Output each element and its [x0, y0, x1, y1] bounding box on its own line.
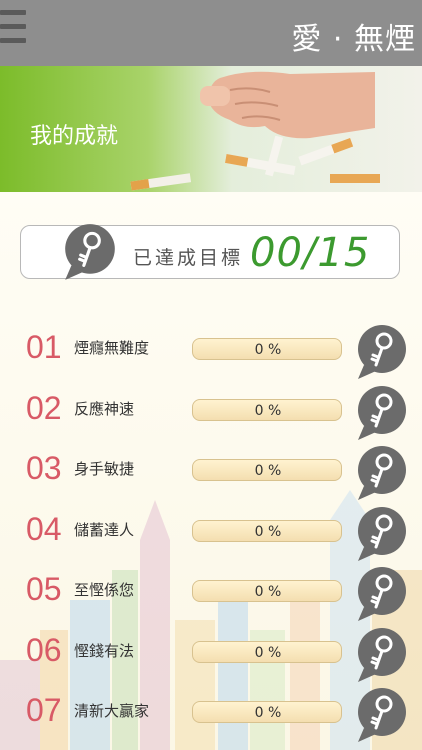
- achievement-name: 至慳係您: [74, 581, 135, 599]
- summary-label: 已達成目標: [133, 247, 244, 269]
- key-icon[interactable]: [356, 505, 408, 563]
- achievement-name: 清新大贏家: [74, 702, 150, 720]
- achievement-number: 04: [26, 510, 62, 547]
- achievement-name: 慳錢有法: [74, 641, 135, 660]
- app-title: 愛 · 無煙: [291, 22, 416, 57]
- progress-label: 0 %: [254, 584, 282, 600]
- progress-label: 0 %: [254, 523, 282, 540]
- achievement-number: 07: [26, 692, 62, 728]
- hamburger-icon[interactable]: [0, 10, 28, 54]
- achievement-number: 01: [26, 329, 62, 365]
- key-icon[interactable]: [356, 323, 408, 381]
- achievement-name: 反應神速: [74, 399, 135, 418]
- achievement-number: 03: [26, 450, 62, 486]
- progress-bar: 0 %: [192, 640, 342, 663]
- progress-bar: 0 %: [192, 338, 342, 360]
- progress-bar: 0 %: [192, 580, 342, 602]
- achievement-row[interactable]: 01 煙癮無難度 0 %: [0, 315, 422, 379]
- achievement-count: 00/15: [250, 230, 371, 276]
- achievement-row[interactable]: 03 身手敏捷 0 %: [0, 436, 422, 500]
- progress-label: 0 %: [254, 402, 282, 419]
- key-icon[interactable]: [356, 384, 408, 442]
- top-bar: 愛 · 無煙: [0, 0, 422, 66]
- achievement-number: 06: [26, 631, 62, 668]
- banner: 我的成就: [0, 66, 422, 192]
- progress-bar: 0 %: [192, 701, 342, 723]
- key-icon[interactable]: [356, 444, 408, 502]
- progress-bar: 0 %: [192, 519, 342, 542]
- page-title: 我的成就: [30, 124, 119, 149]
- progress-bar: 0 %: [192, 398, 342, 421]
- progress-label: 0 %: [254, 342, 282, 358]
- progress-label: 0 %: [254, 644, 282, 661]
- key-icon[interactable]: [356, 626, 408, 684]
- achievement-number: 02: [26, 389, 62, 426]
- achievement-row[interactable]: 06 慳錢有法 0 %: [0, 618, 422, 682]
- achievement-number: 05: [26, 571, 62, 607]
- achievement-row[interactable]: 05 至慳係您 0 %: [0, 557, 422, 621]
- key-icon[interactable]: [356, 686, 408, 744]
- broken-cigarettes-image: [130, 136, 380, 191]
- progress-label: 0 %: [254, 705, 282, 721]
- achievement-row[interactable]: 07 清新大贏家 0 %: [0, 678, 422, 742]
- achievement-name: 儲蓄達人: [74, 520, 135, 539]
- progress-bar: 0 %: [192, 459, 342, 481]
- progress-label: 0 %: [254, 463, 282, 479]
- achievement-name: 身手敏捷: [74, 460, 135, 478]
- achievement-row[interactable]: 02 反應神速 0 %: [0, 376, 422, 440]
- achievement-name: 煙癮無難度: [74, 339, 150, 357]
- key-icon: [65, 224, 115, 280]
- key-icon[interactable]: [356, 565, 408, 623]
- achievement-row[interactable]: 04 儲蓄達人 0 %: [0, 497, 422, 561]
